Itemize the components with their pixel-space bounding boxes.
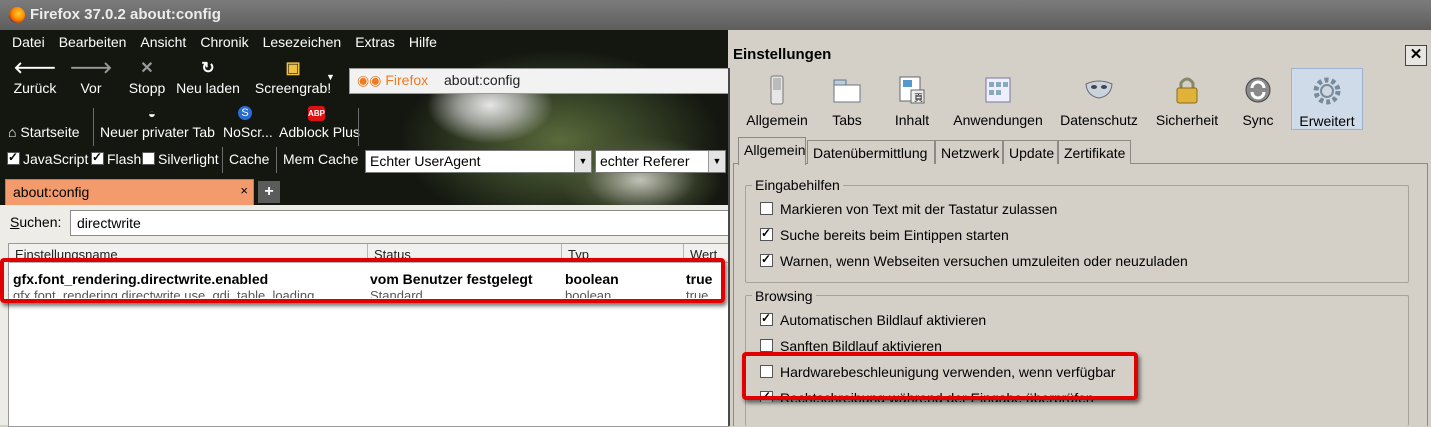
- option-suche-eintippen[interactable]: Suche bereits beim Eintippen starten: [760, 226, 1009, 243]
- checkbox[interactable]: [760, 252, 773, 267]
- option-warnen-umleiten[interactable]: Warnen, wenn Webseiten versuchen umzulei…: [760, 252, 1188, 269]
- pane-anwendungen[interactable]: Anwendungen: [948, 68, 1048, 128]
- option-tastatur-markieren[interactable]: Markieren von Text mit der Tastatur zula…: [760, 201, 1057, 217]
- tabs-icon: [833, 79, 861, 103]
- group-label-browsing: Browsing: [752, 288, 816, 304]
- tab-datenuebermittlung[interactable]: Datenübermittlung: [807, 140, 935, 164]
- menu-bearbeiten[interactable]: Bearbeiten: [59, 34, 127, 50]
- url-bar[interactable]: ◉◉ Firefox about:config: [349, 68, 729, 94]
- silverlight-checkbox[interactable]: [142, 152, 155, 165]
- reload-button[interactable]: ↻ Neu laden: [173, 58, 243, 96]
- sync-icon: [1245, 77, 1271, 103]
- javascript-toggle[interactable]: JavaScript: [7, 150, 88, 167]
- chevron-down-icon: ▼: [574, 151, 591, 172]
- flash-toggle[interactable]: Flash: [91, 150, 141, 167]
- checkbox[interactable]: [760, 202, 773, 215]
- menu-ansicht[interactable]: Ansicht: [140, 34, 186, 50]
- bookmark-private-tab[interactable]: ◒ Neuer privater Tab: [100, 106, 215, 140]
- mask-icon: [1085, 80, 1113, 99]
- cache-button[interactable]: Cache: [229, 151, 269, 167]
- pane-sicherheit[interactable]: Sicherheit: [1149, 68, 1225, 128]
- tab-update[interactable]: Update: [1003, 140, 1058, 164]
- checkbox[interactable]: [760, 311, 773, 326]
- search-label: Suchen:: [10, 214, 62, 230]
- group-label-eingabehilfen: Eingabehilfen: [752, 177, 843, 193]
- menu-chronik[interactable]: Chronik: [200, 34, 248, 50]
- firefox-logo-icon: [9, 7, 25, 23]
- tab-allgemein[interactable]: Allgemein: [738, 137, 806, 165]
- separator: [93, 108, 94, 146]
- content-icon: 頁: [899, 76, 925, 104]
- checkbox[interactable]: [760, 226, 773, 241]
- gear-icon: [1313, 77, 1341, 105]
- reload-icon: ↻: [201, 60, 215, 77]
- tab-netzwerk[interactable]: Netzwerk: [935, 140, 1003, 164]
- home-icon: ⌂: [8, 124, 17, 140]
- svg-text:頁: 頁: [914, 93, 923, 103]
- new-tab-button[interactable]: +: [258, 181, 280, 203]
- pane-erweitert[interactable]: Erweitert: [1291, 68, 1363, 130]
- dialog-close-button[interactable]: ✕: [1405, 45, 1427, 66]
- adblock-icon: ABP: [308, 106, 325, 121]
- silverlight-toggle[interactable]: Silverlight: [142, 151, 219, 167]
- pane-inhalt[interactable]: 頁 Inhalt: [873, 68, 951, 128]
- separator: [276, 147, 277, 173]
- mem-cache-button[interactable]: Mem Cache: [283, 151, 358, 167]
- close-tab-icon[interactable]: ×: [240, 183, 248, 198]
- applications-icon: [985, 77, 1011, 103]
- flash-checkbox[interactable]: [91, 150, 104, 165]
- switch-icon: [770, 75, 784, 105]
- pane-sync[interactable]: Sync: [1219, 68, 1297, 128]
- dialog-title: Einstellungen: [733, 46, 832, 63]
- menu-datei[interactable]: Datei: [12, 34, 45, 50]
- useragent-select[interactable]: Echter UserAgent ▼: [365, 150, 592, 173]
- menu-extras[interactable]: Extras: [355, 34, 395, 50]
- bookmark-noscript[interactable]: S NoScr...: [223, 106, 273, 140]
- pane-datenschutz[interactable]: Datenschutz: [1056, 68, 1142, 128]
- lock-icon: [1176, 77, 1198, 104]
- stop-icon: ✕: [140, 60, 154, 77]
- menu-bar: Datei Bearbeiten Ansicht Chronik Lesezeichen…: [12, 34, 451, 50]
- tab-zertifikate[interactable]: Zertifikate: [1058, 140, 1131, 164]
- pane-allgemein[interactable]: Allgemein: [738, 68, 816, 128]
- separator: [222, 147, 223, 173]
- option-auto-bildlauf[interactable]: Automatischen Bildlauf aktivieren: [760, 311, 986, 328]
- menu-lesezeichen[interactable]: Lesezeichen: [263, 34, 342, 50]
- search-input[interactable]: directwrite: [70, 210, 729, 236]
- title-bar: Firefox 37.0.2 about:config: [0, 0, 1431, 30]
- dialog-title-bar: Einstellungen: [728, 40, 1431, 68]
- referer-select[interactable]: echter Referer ▼: [595, 150, 726, 173]
- highlight-box: [742, 352, 1138, 400]
- chevron-down-icon: ▼: [708, 151, 725, 172]
- stop-button[interactable]: ✕ Stopp: [112, 58, 182, 96]
- screengrab-dropdown-icon[interactable]: ▼: [326, 72, 335, 82]
- identity-box[interactable]: ◉◉ Firefox: [357, 72, 428, 89]
- menu-hilfe[interactable]: Hilfe: [409, 34, 437, 50]
- bookmark-adblock[interactable]: ABP Adblock Plus: [279, 106, 360, 140]
- url-text: about:config: [444, 72, 521, 88]
- checkbox[interactable]: [760, 339, 773, 352]
- tab-about-config[interactable]: about:config ×: [5, 179, 254, 206]
- javascript-checkbox[interactable]: [7, 150, 20, 165]
- bookmark-home[interactable]: ⌂ Startseite: [8, 124, 80, 140]
- window-title: Firefox 37.0.2 about:config: [30, 6, 221, 23]
- highlight-box: [0, 258, 725, 303]
- separator: [358, 108, 359, 146]
- mask-icon: ◒: [148, 106, 156, 121]
- noscript-icon: S: [238, 106, 252, 120]
